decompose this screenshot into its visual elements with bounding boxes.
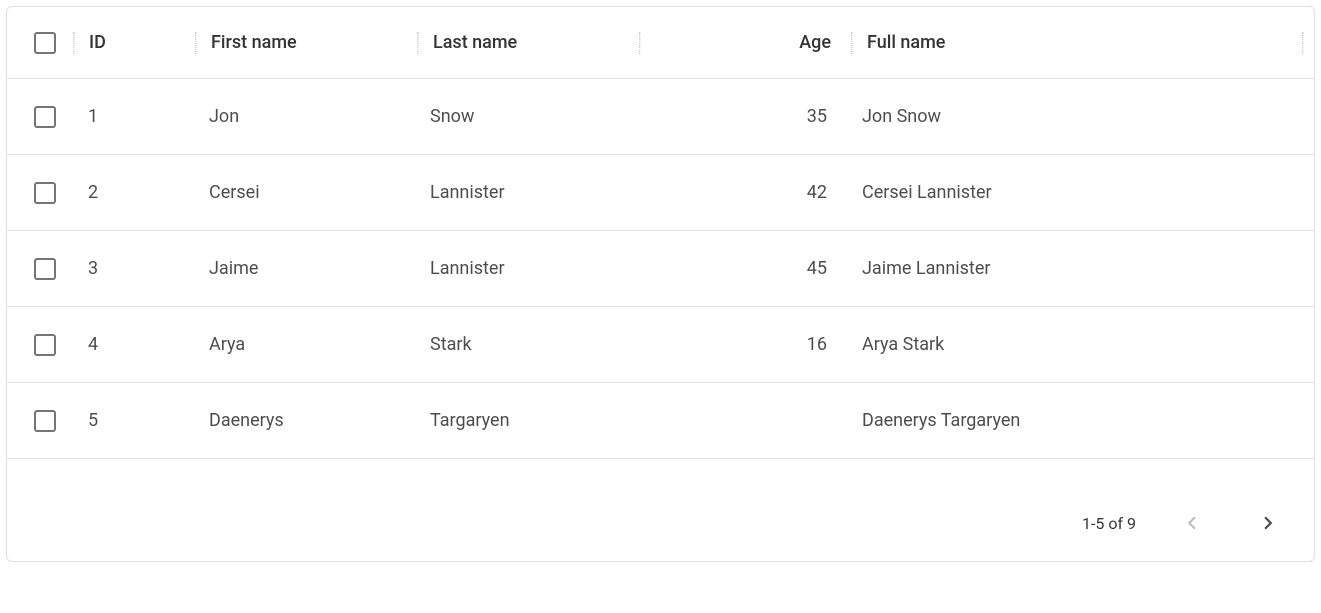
cell-value: Stark xyxy=(430,334,472,355)
cell-value: Lannister xyxy=(430,258,505,279)
cell-age: 16 xyxy=(637,334,847,355)
cell-value: 4 xyxy=(88,334,98,355)
table-row[interactable]: 1 Jon Snow 35 Jon Snow xyxy=(7,79,1314,155)
cell-value: Cersei Lannister xyxy=(862,182,992,203)
pagination-next-button[interactable] xyxy=(1248,503,1288,543)
cell-first-name: Daenerys xyxy=(195,410,415,431)
chevron-right-icon xyxy=(1255,510,1281,536)
column-resize-handle[interactable] xyxy=(1302,32,1304,54)
cell-full-name: Arya Stark xyxy=(848,334,1303,355)
select-all-checkbox[interactable] xyxy=(34,32,56,54)
cell-last-name: Snow xyxy=(416,106,636,127)
cell-value: Snow xyxy=(430,106,474,127)
column-header-first-name[interactable]: First name xyxy=(197,32,417,53)
row-checkbox[interactable] xyxy=(34,258,56,280)
cell-first-name: Jaime xyxy=(195,258,415,279)
cell-first-name: Cersei xyxy=(195,182,415,203)
cell-full-name: Jaime Lannister xyxy=(848,258,1303,279)
row-checkbox-cell xyxy=(17,106,73,128)
column-label: Full name xyxy=(867,32,945,53)
cell-value: Jon xyxy=(209,106,239,127)
cell-value: 35 xyxy=(807,106,827,127)
cell-value: Arya Stark xyxy=(862,334,944,355)
cell-age: 35 xyxy=(637,106,847,127)
cell-full-name: Cersei Lannister xyxy=(848,182,1303,203)
row-checkbox[interactable] xyxy=(34,334,56,356)
row-checkbox-cell xyxy=(17,182,73,204)
column-label: First name xyxy=(211,32,297,53)
cell-id: 1 xyxy=(74,106,194,127)
cell-id: 3 xyxy=(74,258,194,279)
cell-value: Cersei xyxy=(209,182,260,203)
row-checkbox[interactable] xyxy=(34,182,56,204)
cell-value: Daenerys Targaryen xyxy=(862,410,1020,431)
row-checkbox-cell xyxy=(17,258,73,280)
cell-full-name: Daenerys Targaryen xyxy=(848,410,1303,431)
cell-value: 1 xyxy=(88,106,98,127)
cell-id: 2 xyxy=(74,182,194,203)
column-header-age[interactable]: Age xyxy=(641,32,851,53)
cell-value: Arya xyxy=(209,334,245,355)
table-row[interactable]: 4 Arya Stark 16 Arya Stark xyxy=(7,307,1314,383)
table-row[interactable]: 2 Cersei Lannister 42 Cersei Lannister xyxy=(7,155,1314,231)
column-header-last-name[interactable]: Last name xyxy=(419,32,639,53)
table-row[interactable]: 3 Jaime Lannister 45 Jaime Lannister xyxy=(7,231,1314,307)
cell-first-name: Arya xyxy=(195,334,415,355)
cell-full-name: Jon Snow xyxy=(848,106,1303,127)
cell-value: 42 xyxy=(807,182,827,203)
cell-id: 5 xyxy=(74,410,194,431)
column-label: Age xyxy=(799,32,831,53)
cell-value: Lannister xyxy=(430,182,505,203)
header-checkbox-cell xyxy=(17,32,73,54)
data-grid: ID First name Last name Age Full name 1 J… xyxy=(6,6,1315,562)
pagination-prev-button[interactable] xyxy=(1172,503,1212,543)
cell-last-name: Lannister xyxy=(416,258,636,279)
cell-value: 2 xyxy=(88,182,98,203)
cell-value: Jaime Lannister xyxy=(862,258,990,279)
row-checkbox[interactable] xyxy=(34,410,56,432)
row-checkbox-cell xyxy=(17,334,73,356)
cell-value: Jaime xyxy=(209,258,258,279)
cell-value: 5 xyxy=(88,410,98,431)
grid-spacer xyxy=(7,459,1314,489)
row-checkbox-cell xyxy=(17,410,73,432)
cell-value: 45 xyxy=(807,258,827,279)
cell-last-name: Targaryen xyxy=(416,410,636,431)
cell-age: 42 xyxy=(637,182,847,203)
cell-value: Targaryen xyxy=(430,410,510,431)
table-header-row: ID First name Last name Age Full name xyxy=(7,7,1314,79)
cell-value: 3 xyxy=(88,258,98,279)
cell-first-name: Jon xyxy=(195,106,415,127)
cell-value: Daenerys xyxy=(209,410,284,431)
cell-age: 45 xyxy=(637,258,847,279)
column-label: ID xyxy=(89,32,106,53)
cell-value: Jon Snow xyxy=(862,106,941,127)
column-header-full-name[interactable]: Full name xyxy=(853,32,1302,53)
table-row[interactable]: 5 Daenerys Targaryen Daenerys Targaryen xyxy=(7,383,1314,459)
cell-value: 16 xyxy=(807,334,827,355)
column-header-id[interactable]: ID xyxy=(75,32,195,53)
row-checkbox[interactable] xyxy=(34,106,56,128)
cell-last-name: Stark xyxy=(416,334,636,355)
pagination-label: 1-5 of 9 xyxy=(1082,514,1136,533)
cell-id: 4 xyxy=(74,334,194,355)
cell-last-name: Lannister xyxy=(416,182,636,203)
chevron-left-icon xyxy=(1179,510,1205,536)
column-label: Last name xyxy=(433,32,517,53)
pagination-bar: 1-5 of 9 xyxy=(7,489,1314,561)
